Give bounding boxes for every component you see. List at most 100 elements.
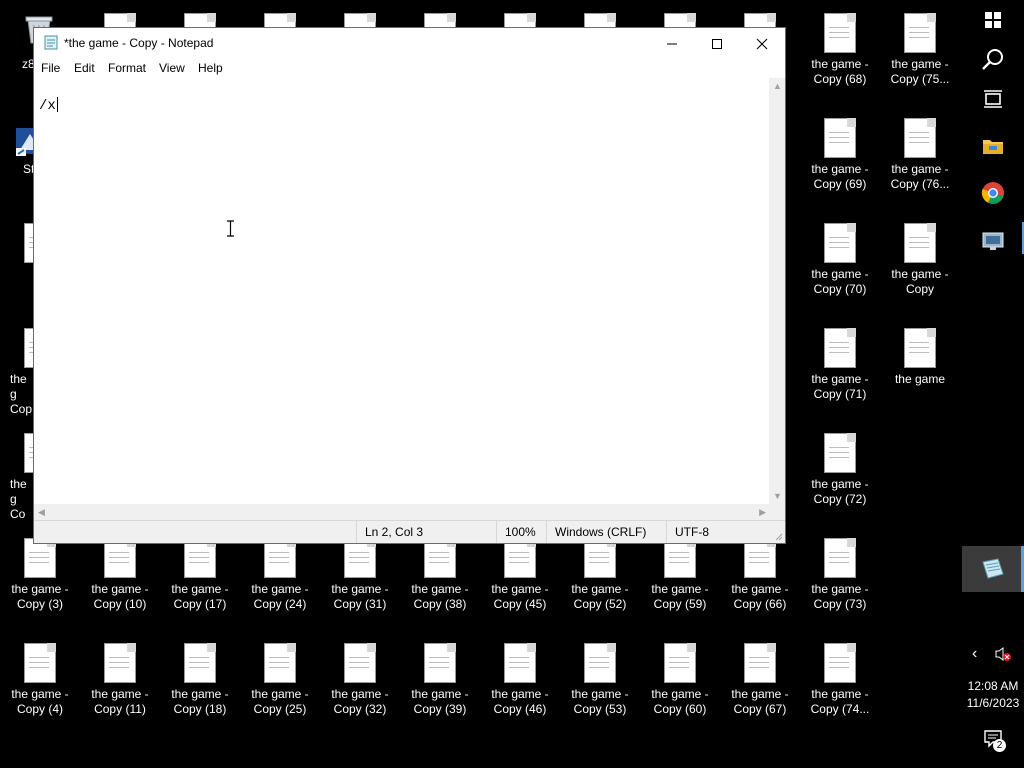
task-view-icon[interactable]: [977, 83, 1009, 115]
menu-format[interactable]: Format: [108, 61, 146, 75]
desktop-icon-label: the game - Copy: [891, 267, 949, 296]
desktop-icon-file[interactable]: the game - Copy (32): [320, 635, 400, 735]
menu-file[interactable]: File: [41, 61, 60, 75]
desktop-icon-label: the game: [894, 372, 946, 386]
text-file-icon: [824, 328, 856, 368]
desktop-icon-file[interactable]: the game - Copy (68): [800, 5, 880, 105]
search-icon[interactable]: [977, 44, 1009, 76]
text-file-icon: [344, 643, 376, 683]
desktop-icon-label: the game - Copy (71): [811, 372, 869, 401]
desktop-icon-file[interactable]: the game - Copy (24): [240, 530, 320, 630]
scroll-left-icon[interactable]: ◀: [38, 507, 45, 518]
remote-desktop-icon[interactable]: [977, 224, 1009, 256]
horizontal-scrollbar[interactable]: ◀ ▶: [34, 504, 770, 520]
desktop-icon-file[interactable]: the game - Copy (66): [720, 530, 800, 630]
scroll-right-icon[interactable]: ▶: [759, 507, 766, 518]
close-icon: [756, 38, 768, 50]
desktop-icon-file[interactable]: the game - Copy (67): [720, 635, 800, 735]
minimize-button[interactable]: [649, 28, 695, 58]
title-bar[interactable]: *the game - Copy - Notepad: [34, 28, 785, 58]
resize-grip-icon[interactable]: [773, 531, 783, 541]
desktop-icon-file[interactable]: the game - Copy (73): [800, 530, 880, 630]
close-button[interactable]: [739, 28, 785, 58]
desktop-icon-file[interactable]: the game - Copy (4): [0, 635, 80, 735]
text-file-icon: [504, 538, 536, 578]
editor-text: /x: [39, 98, 56, 114]
maximize-button[interactable]: [694, 28, 740, 58]
status-zoom: 100%: [496, 521, 546, 543]
desktop-icon-file[interactable]: the game - Copy (18): [160, 635, 240, 735]
desktop-icon-file[interactable]: the game - Copy (71): [800, 320, 880, 420]
desktop-icon-file[interactable]: the game - Copy (39): [400, 635, 480, 735]
status-bar: Ln 2, Col 3 100% Windows (CRLF) UTF-8: [34, 520, 785, 543]
maximize-icon: [712, 39, 722, 50]
text-file-icon: [24, 643, 56, 683]
text-file-icon: [104, 538, 136, 578]
chrome-icon[interactable]: [977, 177, 1009, 209]
text-editor[interactable]: /x: [34, 78, 770, 504]
clock-date[interactable]: 11/6/2023: [962, 696, 1024, 710]
menu-bar: File Edit Format View Help: [34, 58, 785, 78]
desktop-icon-label: the game - Copy (76...: [890, 162, 950, 191]
windows-start-icon[interactable]: [977, 4, 1009, 36]
desktop-icon-file[interactable]: the game - Copy (69): [800, 110, 880, 210]
desktop-icon-file[interactable]: the game - Copy (60): [640, 635, 720, 735]
scroll-down-icon[interactable]: ▼: [773, 491, 782, 501]
desktop-icon-label: the game - Copy (17): [171, 582, 229, 611]
desktop-icon-label: the g Co: [10, 477, 27, 521]
notepad-window[interactable]: *the game - Copy - Notepad File Edit For…: [33, 27, 786, 544]
desktop-icon-label: the game - Copy (70): [811, 267, 869, 296]
text-cursor-icon: [227, 220, 234, 237]
desktop-icon-file[interactable]: the game - Copy (38): [400, 530, 480, 630]
desktop-icon-file[interactable]: the game - Copy (10): [80, 530, 160, 630]
desktop-icon-file[interactable]: the game - Copy (75...: [880, 5, 960, 105]
desktop-icon-file[interactable]: the game - Copy (25): [240, 635, 320, 735]
text-file-icon: [104, 643, 136, 683]
clock-time[interactable]: 12:08 AM: [962, 679, 1024, 693]
desktop-icon-label: the game - Copy (73): [811, 582, 869, 611]
desktop-icon-file[interactable]: the game - Copy (72): [800, 425, 880, 525]
desktop-icon-label: the game - Copy (25): [251, 687, 309, 716]
text-file-icon: [824, 118, 856, 158]
desktop-icon-file[interactable]: the game - Copy (70): [800, 215, 880, 315]
text-file-icon: [264, 643, 296, 683]
text-file-icon: [184, 538, 216, 578]
menu-help[interactable]: Help: [198, 61, 223, 75]
desktop-icon-label: the game - Copy (60): [651, 687, 709, 716]
desktop-icon-file[interactable]: the game - Copy (76...: [880, 110, 960, 210]
text-file-icon: [824, 13, 856, 53]
desktop-icon-label: the game - Copy (4): [11, 687, 69, 716]
text-file-icon: [904, 118, 936, 158]
editor-content: /x: [39, 97, 58, 114]
menu-edit[interactable]: Edit: [74, 61, 95, 75]
scroll-up-icon[interactable]: ▲: [773, 81, 782, 91]
desktop-icon-file[interactable]: the game - Copy (53): [560, 635, 640, 735]
text-file-icon: [584, 643, 616, 683]
desktop-icon-label: the game - Copy (11): [91, 687, 149, 716]
desktop-icon-file[interactable]: the game - Copy (59): [640, 530, 720, 630]
menu-view[interactable]: View: [159, 61, 185, 75]
desktop-icon-label: the game - Copy (3): [11, 582, 69, 611]
desktop-icon-file[interactable]: the game - Copy (52): [560, 530, 640, 630]
vertical-scrollbar[interactable]: ▲ ▼: [769, 78, 785, 504]
volume-muted-icon[interactable]: [994, 645, 1012, 663]
text-file-icon: [264, 538, 296, 578]
desktop-icon-file[interactable]: the game: [880, 320, 960, 420]
desktop-icon-file[interactable]: the game - Copy (17): [160, 530, 240, 630]
taskbar-notepad-button[interactable]: [962, 546, 1024, 592]
desktop-icon-file[interactable]: the game - Copy (31): [320, 530, 400, 630]
desktop-icon-label: the game - Copy (75...: [890, 57, 950, 86]
taskbar: ‹ 12:08 AM 11/6/2023 2: [962, 0, 1024, 768]
desktop-icon-file[interactable]: the game - Copy (46): [480, 635, 560, 735]
desktop-icon-file[interactable]: the game - Copy (45): [480, 530, 560, 630]
text-file-icon: [664, 538, 696, 578]
file-explorer-icon[interactable]: [977, 130, 1009, 162]
desktop-icon-label: the game - Copy (31): [331, 582, 389, 611]
minimize-icon: [667, 43, 677, 45]
desktop-icon-file[interactable]: the game - Copy: [880, 215, 960, 315]
desktop-icon-file[interactable]: the game - Copy (11): [80, 635, 160, 735]
status-encoding: UTF-8: [666, 521, 770, 543]
chevron-left-icon[interactable]: ‹: [972, 645, 977, 663]
desktop-icon-file[interactable]: the game - Copy (3): [0, 530, 80, 630]
desktop-icon-file[interactable]: the game - Copy (74...: [800, 635, 880, 735]
